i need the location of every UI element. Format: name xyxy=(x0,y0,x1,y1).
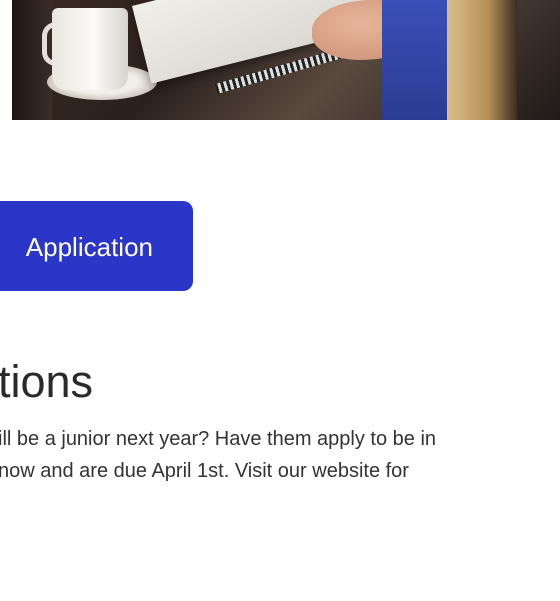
mug-image xyxy=(52,8,128,90)
application-button[interactable]: Application xyxy=(0,201,193,291)
section-title: tions xyxy=(0,356,94,407)
page: Application tions ill be a junior next y… xyxy=(0,0,560,601)
hair-image xyxy=(447,0,517,120)
section-body-line: ill be a junior next year? Have them app… xyxy=(0,428,437,450)
section-body: ill be a junior next year? Have them app… xyxy=(0,423,560,487)
section-body-line: now and are due April 1st. Visit our web… xyxy=(0,460,409,482)
hero-photo xyxy=(12,0,560,120)
